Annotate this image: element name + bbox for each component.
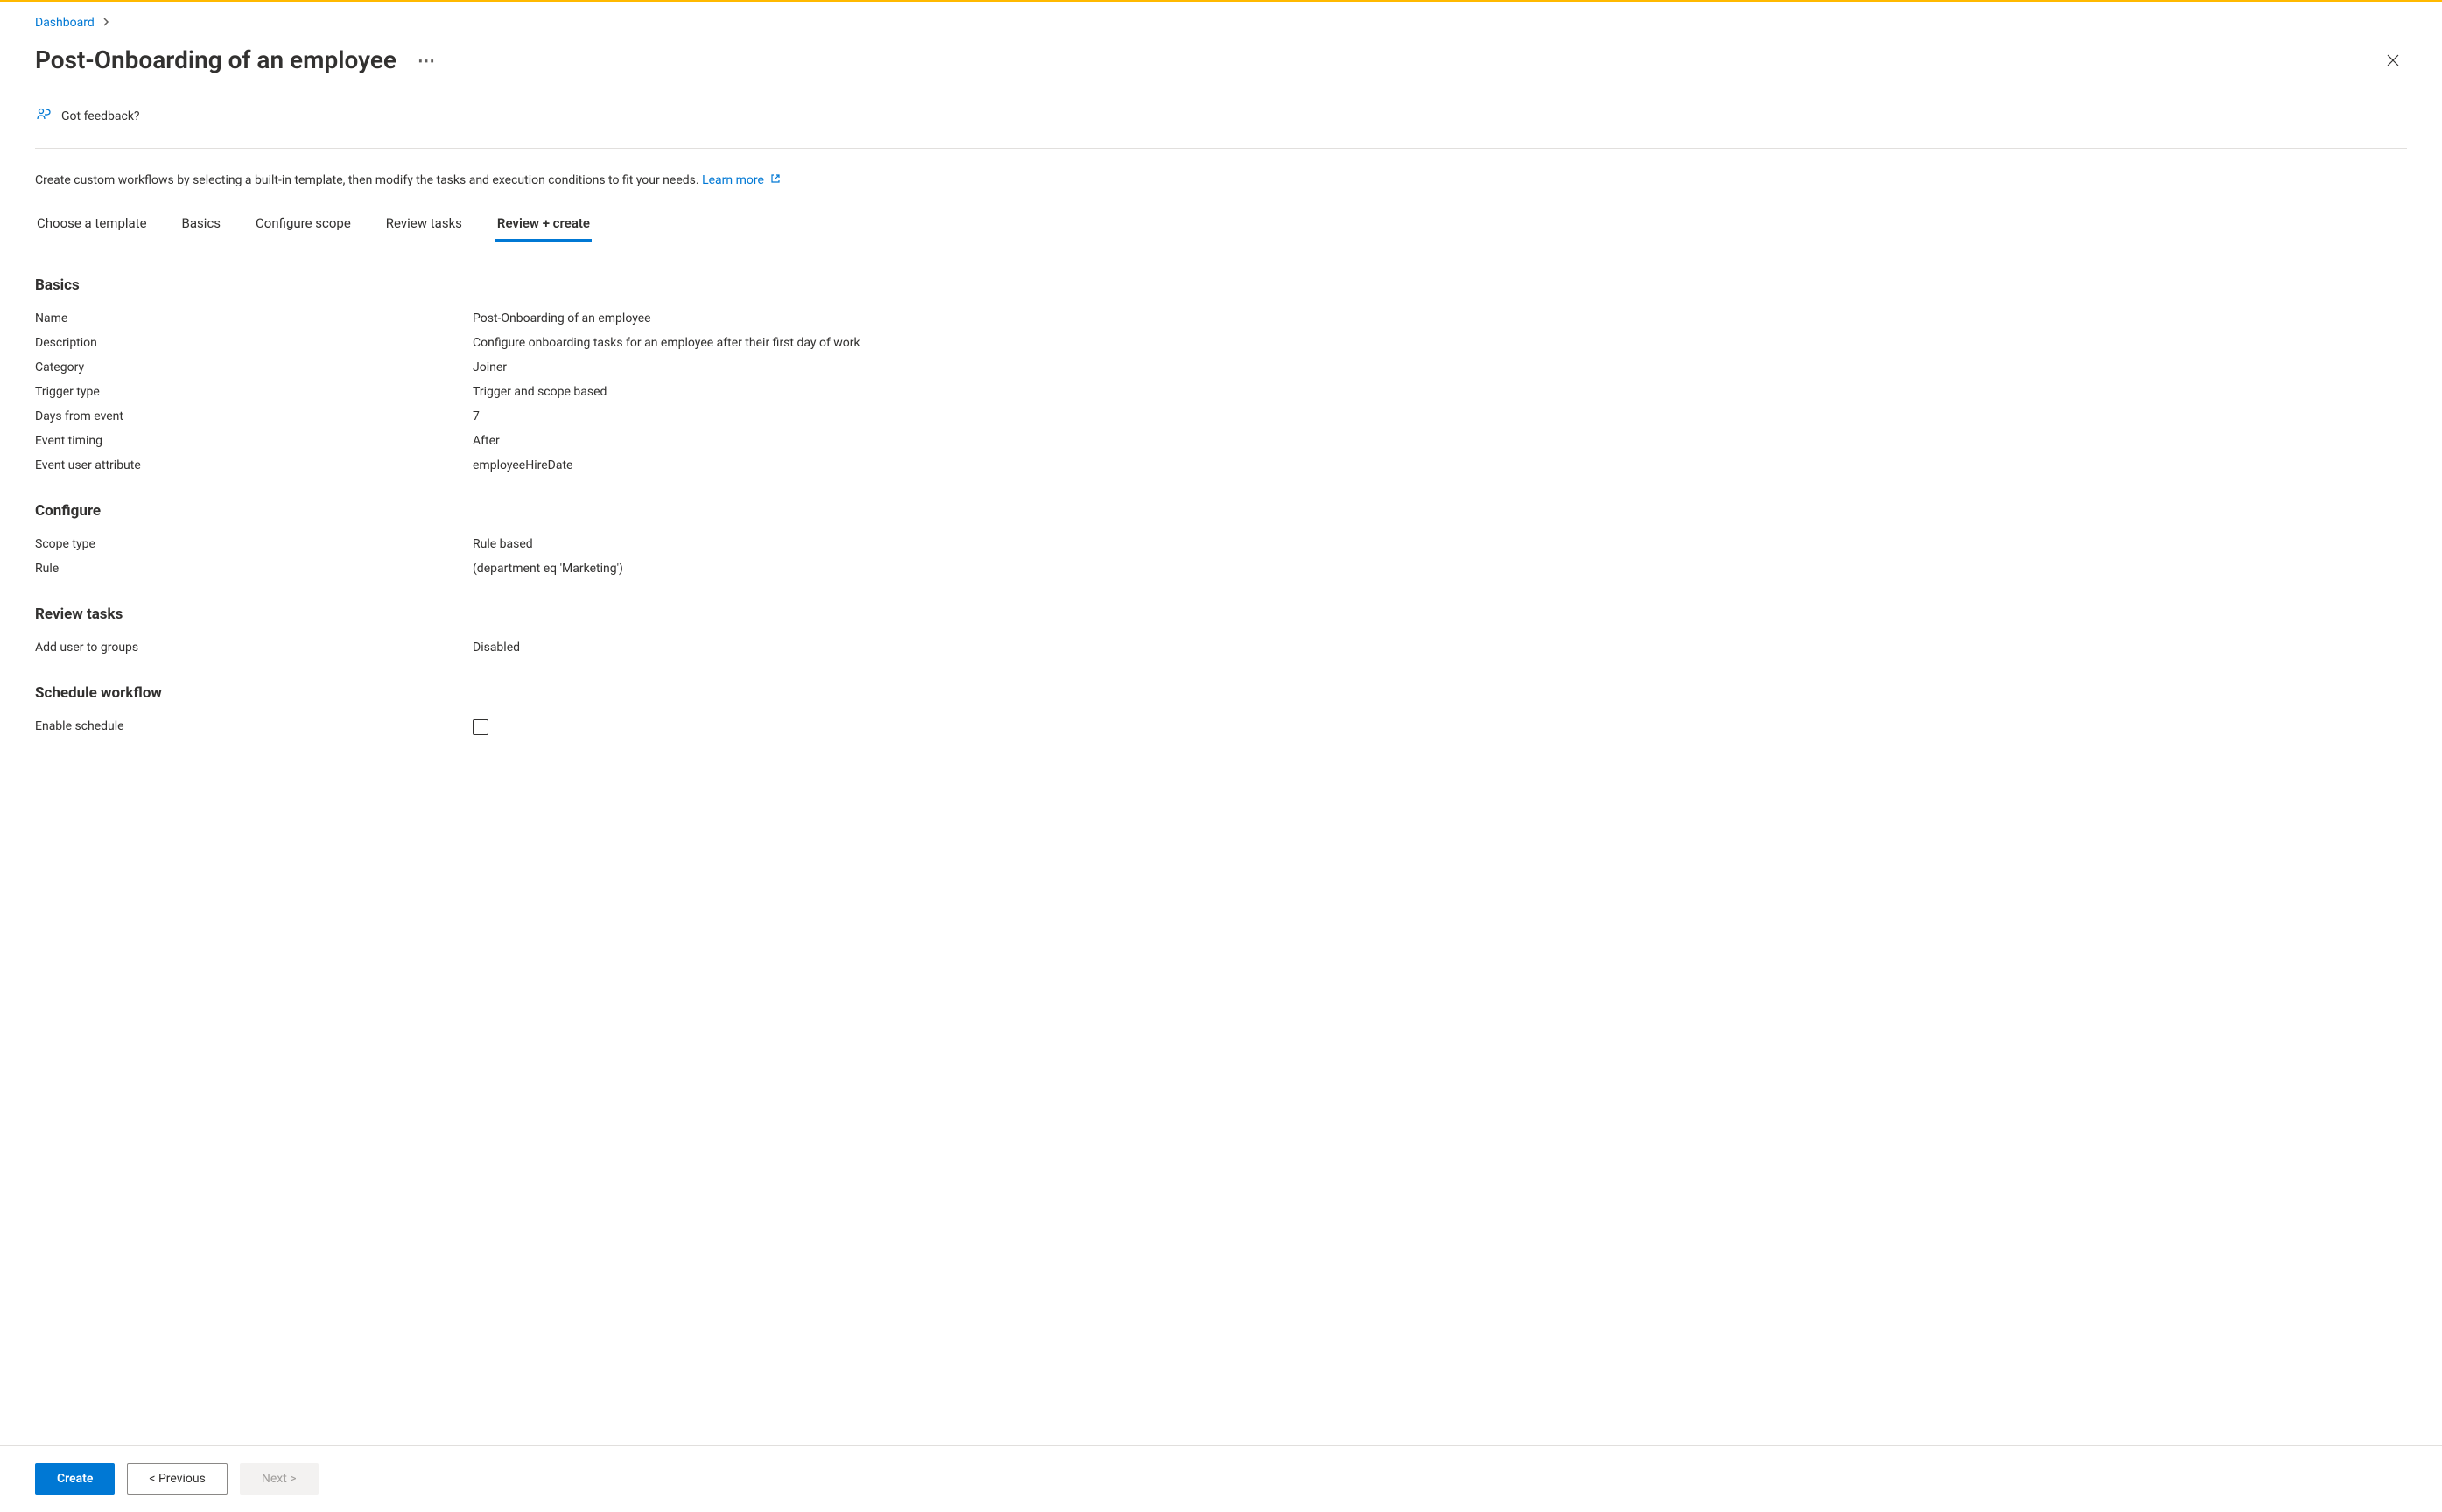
value-trigger-type: Trigger and scope based: [473, 385, 607, 399]
tabs: Choose a template Basics Configure scope…: [35, 208, 2407, 242]
more-options-button[interactable]: ⋯: [418, 52, 437, 69]
row-category: Category Joiner: [35, 355, 2407, 380]
value-description: Configure onboarding tasks for an employ…: [473, 336, 860, 350]
row-event-timing: Event timing After: [35, 429, 2407, 453]
feedback-label: Got feedback?: [61, 109, 140, 123]
row-rule: Rule (department eq 'Marketing'): [35, 556, 2407, 581]
section-review-tasks: Review tasks Add user to groups Disabled: [35, 606, 2407, 660]
label-category: Category: [35, 360, 473, 374]
external-link-icon: [770, 173, 781, 187]
label-event-user-attr: Event user attribute: [35, 458, 473, 472]
row-description: Description Configure onboarding tasks f…: [35, 331, 2407, 355]
value-add-user: Disabled: [473, 640, 520, 654]
value-name: Post-Onboarding of an employee: [473, 312, 651, 326]
create-button[interactable]: Create: [35, 1463, 115, 1494]
label-description: Description: [35, 336, 473, 350]
value-event-timing: After: [473, 434, 500, 448]
close-button[interactable]: [2379, 46, 2407, 74]
tab-choose-template[interactable]: Choose a template: [35, 208, 149, 242]
enable-schedule-checkbox[interactable]: [473, 719, 488, 735]
learn-more-link[interactable]: Learn more: [702, 173, 781, 187]
intro-text: Create custom workflows by selecting a b…: [35, 173, 2407, 187]
breadcrumb: Dashboard: [35, 16, 2407, 30]
footer-actions: Create < Previous Next >: [0, 1445, 2442, 1512]
row-days-from-event: Days from event 7: [35, 404, 2407, 429]
tab-review-tasks[interactable]: Review tasks: [384, 208, 464, 242]
tab-basics[interactable]: Basics: [180, 208, 223, 242]
row-scope-type: Scope type Rule based: [35, 532, 2407, 556]
close-icon: [2386, 53, 2400, 67]
next-button[interactable]: Next >: [240, 1463, 319, 1494]
label-name: Name: [35, 312, 473, 326]
section-configure-heading: Configure: [35, 502, 2407, 520]
row-name: Name Post-Onboarding of an employee: [35, 306, 2407, 331]
section-configure: Configure Scope type Rule based Rule (de…: [35, 502, 2407, 581]
row-add-user: Add user to groups Disabled: [35, 635, 2407, 660]
breadcrumb-dashboard-link[interactable]: Dashboard: [35, 16, 95, 30]
label-trigger-type: Trigger type: [35, 385, 473, 399]
value-days-from-event: 7: [473, 410, 480, 424]
row-event-user-attr: Event user attribute employeeHireDate: [35, 453, 2407, 478]
label-days-from-event: Days from event: [35, 410, 473, 424]
section-schedule-heading: Schedule workflow: [35, 684, 2407, 702]
label-add-user: Add user to groups: [35, 640, 473, 654]
tab-configure-scope[interactable]: Configure scope: [254, 208, 353, 242]
section-schedule: Schedule workflow Enable schedule: [35, 684, 2407, 740]
section-review-tasks-heading: Review tasks: [35, 606, 2407, 623]
row-enable-schedule: Enable schedule: [35, 714, 2407, 740]
feedback-icon: [35, 106, 53, 127]
value-category: Joiner: [473, 360, 507, 374]
value-event-user-attr: employeeHireDate: [473, 458, 572, 472]
value-rule: (department eq 'Marketing'): [473, 562, 623, 576]
label-event-timing: Event timing: [35, 434, 473, 448]
label-scope-type: Scope type: [35, 537, 473, 551]
section-basics-heading: Basics: [35, 276, 2407, 294]
previous-button[interactable]: < Previous: [127, 1463, 227, 1494]
row-trigger-type: Trigger type Trigger and scope based: [35, 380, 2407, 404]
label-enable-schedule: Enable schedule: [35, 719, 473, 735]
value-scope-type: Rule based: [473, 537, 533, 551]
page-title: Post-Onboarding of an employee ⋯: [35, 46, 437, 74]
feedback-link[interactable]: Got feedback?: [35, 106, 2407, 149]
chevron-right-icon: [102, 17, 110, 29]
section-basics: Basics Name Post-Onboarding of an employ…: [35, 276, 2407, 478]
label-rule: Rule: [35, 562, 473, 576]
tab-review-create[interactable]: Review + create: [495, 208, 592, 242]
